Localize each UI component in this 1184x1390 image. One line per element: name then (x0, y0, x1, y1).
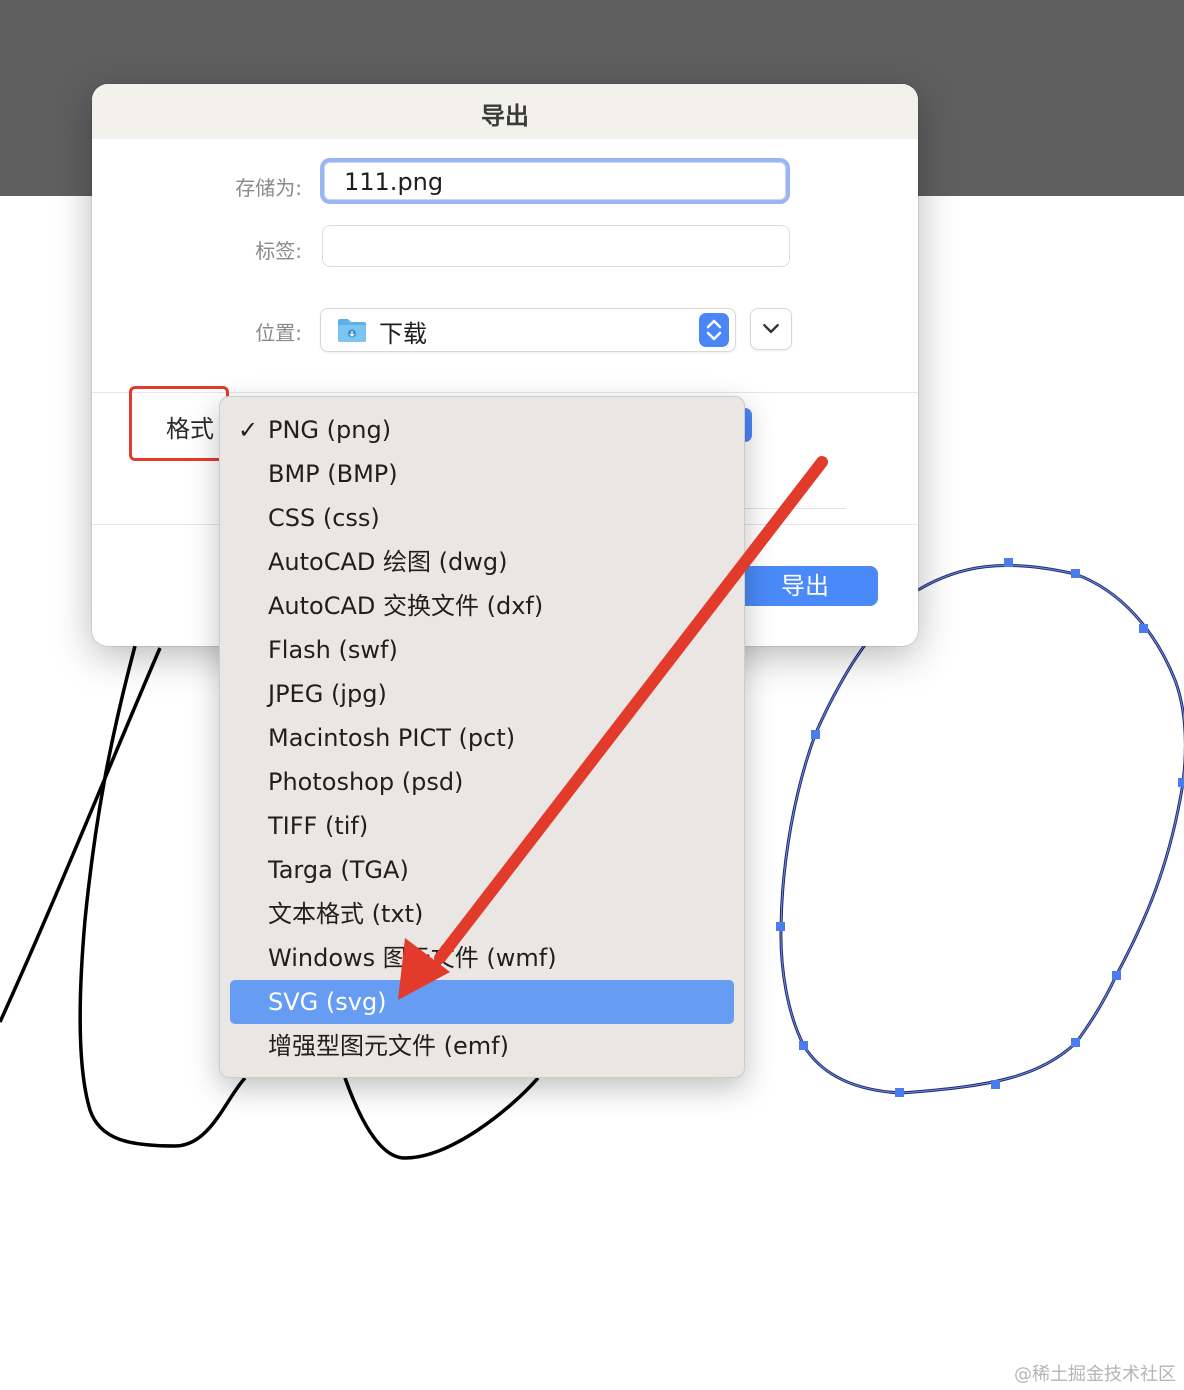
freehand-stroke-3 (343, 1076, 540, 1160)
menu-item-dxf[interactable]: AutoCAD 交换文件 (dxf) (230, 584, 734, 628)
save-as-input[interactable]: 111.png (320, 158, 790, 204)
menu-item-label: PNG (png) (268, 416, 392, 444)
save-as-value: 111.png (344, 168, 444, 196)
folder-icon (338, 319, 366, 342)
up-down-chevron-icon (699, 313, 729, 347)
menu-item-label: CSS (css) (268, 504, 380, 532)
menu-item-label: Macintosh PICT (pct) (268, 724, 516, 752)
location-label: 位置: (255, 321, 302, 345)
tags-input[interactable] (322, 225, 790, 267)
divider (744, 508, 846, 509)
menu-item-label: AutoCAD 绘图 (dwg) (268, 548, 508, 576)
menu-item-jpg[interactable]: JPEG (jpg) (230, 672, 734, 716)
menu-item-dwg[interactable]: AutoCAD 绘图 (dwg) (230, 540, 734, 584)
menu-item-psd[interactable]: Photoshop (psd) (230, 760, 734, 804)
menu-item-png[interactable]: ✓ PNG (png) (230, 408, 734, 452)
dialog-title: 导出 (481, 102, 529, 130)
format-dropdown-menu: ✓ PNG (png) BMP (BMP) CSS (css) AutoCAD … (219, 396, 745, 1078)
menu-item-label: Flash (swf) (268, 636, 398, 664)
checkmark-icon: ✓ (238, 416, 259, 444)
export-button[interactable]: 导出 (732, 566, 878, 606)
menu-item-label: SVG (svg) (268, 988, 387, 1016)
menu-item-label: 增强型图元文件 (emf) (268, 1032, 509, 1060)
menu-item-label: BMP (BMP) (268, 460, 398, 488)
menu-item-bmp[interactable]: BMP (BMP) (230, 452, 734, 496)
expand-button[interactable] (750, 308, 792, 350)
location-select[interactable]: 下载 (320, 308, 736, 352)
menu-item-wmf[interactable]: Windows 图元文件 (wmf) (230, 936, 734, 980)
tags-label: 标签: (255, 239, 302, 263)
menu-item-txt[interactable]: 文本格式 (txt) (230, 892, 734, 936)
menu-item-label: Photoshop (psd) (268, 768, 464, 796)
menu-item-swf[interactable]: Flash (swf) (230, 628, 734, 672)
menu-item-label: Windows 图元文件 (wmf) (268, 944, 557, 972)
location-value: 下载 (379, 320, 427, 348)
menu-item-svg[interactable]: SVG (svg) (230, 980, 734, 1024)
menu-item-pct[interactable]: Macintosh PICT (pct) (230, 716, 734, 760)
menu-item-tif[interactable]: TIFF (tif) (230, 804, 734, 848)
menu-item-label: TIFF (tif) (268, 812, 369, 840)
dialog-header: 导出 (92, 84, 918, 139)
menu-item-css[interactable]: CSS (css) (230, 496, 734, 540)
menu-item-emf[interactable]: 增强型图元文件 (emf) (230, 1024, 734, 1068)
menu-item-label: AutoCAD 交换文件 (dxf) (268, 592, 544, 620)
watermark: @稀土掘金技术社区 (1014, 1364, 1176, 1385)
menu-item-label: JPEG (jpg) (268, 680, 387, 708)
menu-item-label: 文本格式 (txt) (268, 900, 424, 928)
annotation-highlight-box (129, 386, 229, 461)
menu-item-tga[interactable]: Targa (TGA) (230, 848, 734, 892)
chevron-down-icon (763, 324, 779, 334)
menu-item-label: Targa (TGA) (268, 856, 409, 884)
save-as-label: 存储为: (235, 176, 302, 200)
